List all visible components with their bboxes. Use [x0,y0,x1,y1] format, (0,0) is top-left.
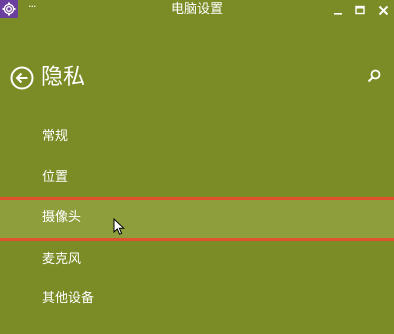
nav-item-other-devices[interactable]: 其他设备 [0,279,394,319]
minimize-button[interactable] [327,0,349,20]
search-button[interactable] [366,68,382,84]
nav-item-label: 位置 [42,170,69,185]
nav-item-label: 常规 [42,129,69,144]
nav-item-general[interactable]: 常规 [0,117,394,157]
nav-item-location[interactable]: 位置 [0,158,394,198]
back-arrow-icon [10,66,34,90]
maximize-icon [355,5,365,15]
nav-item-label: 其他设备 [42,291,95,306]
settings-window: ··· 电脑设置 隐私 常规 位置 摄像头 麦克风 其他设备 [0,0,394,334]
page-title: 隐私 [41,65,86,90]
mouse-pointer-icon [113,218,125,235]
close-icon [378,5,388,15]
nav-item-label: 麦克风 [42,252,82,267]
maximize-button[interactable] [349,0,371,20]
back-button[interactable] [10,66,34,90]
nav-item-microphone[interactable]: 麦克风 [0,240,394,280]
nav-item-camera[interactable]: 摄像头 [0,197,394,241]
nav-item-label: 摄像头 [42,210,82,225]
minimize-icon [334,13,342,15]
title-bar: ··· 电脑设置 [0,0,394,22]
close-button[interactable] [372,0,394,20]
search-icon [367,69,381,83]
page-header: 隐私 [10,63,85,93]
